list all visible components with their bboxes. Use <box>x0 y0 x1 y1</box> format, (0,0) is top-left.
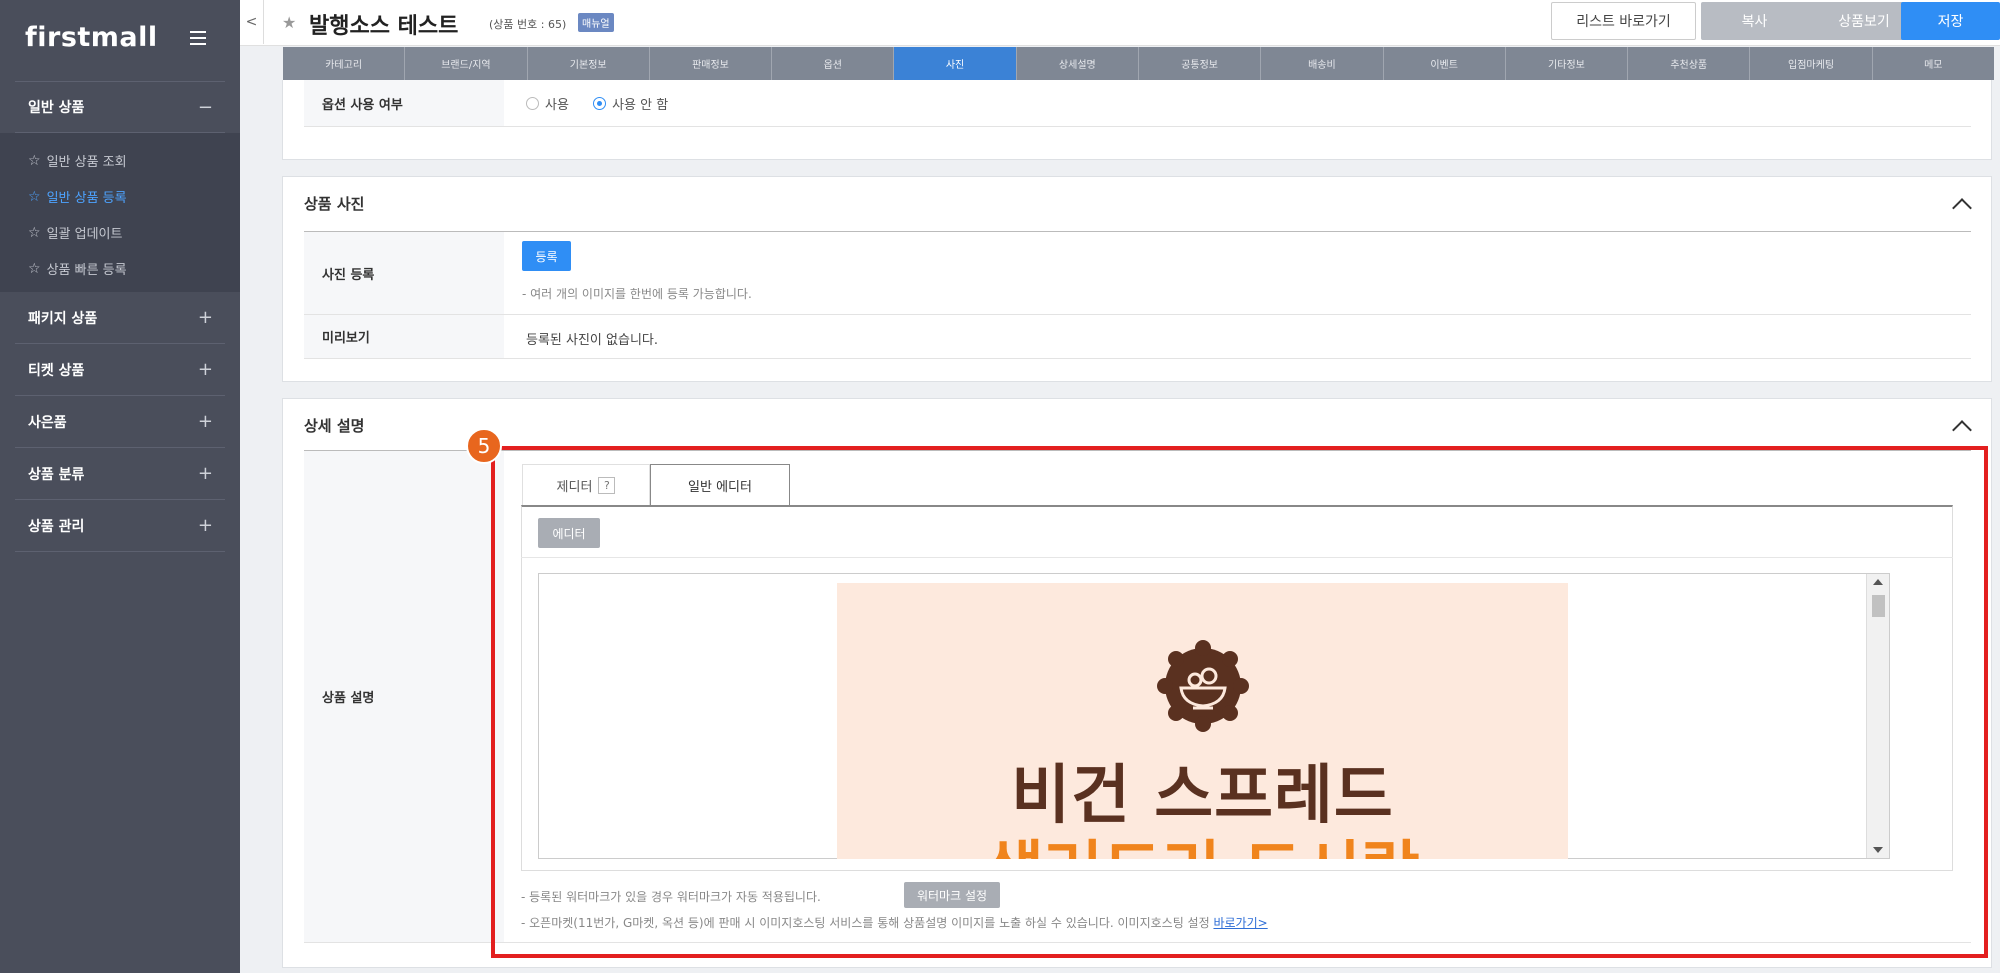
minus-icon: − <box>197 96 213 118</box>
option-radio-group: 사용 사용 안 함 <box>526 94 668 114</box>
go-to-list-button[interactable]: 리스트 바로가기 <box>1551 2 1696 40</box>
sidebar: firstmall 일반 상품 − ☆ 일반 상품 조회 ☆ 일반 상품 등록 … <box>0 0 240 973</box>
product-number: (상품 번호 : 65) <box>489 18 567 31</box>
sidebar-item-quick-register[interactable]: ☆ 상품 빠른 등록 <box>28 259 127 279</box>
plus-icon: + <box>197 307 213 328</box>
tab-detail[interactable]: 상세설명 <box>1017 47 1139 80</box>
option-use-label: 옵션 사용 여부 <box>304 80 504 126</box>
collapse-chevron-icon[interactable] <box>1952 420 1972 440</box>
favorite-star-icon[interactable]: ★ <box>282 13 296 32</box>
collapse-sidebar-button[interactable]: < <box>240 0 264 44</box>
tab-sales-info[interactable]: 판매정보 <box>650 47 773 80</box>
sidebar-section-gifts[interactable]: 사은품 + <box>15 396 225 448</box>
sidebar-section-label: 사은품 <box>28 414 67 431</box>
photo-register-note: - 여러 개의 이미지를 한번에 등록 가능합니다. <box>522 287 752 301</box>
tab-basic-info[interactable]: 기본정보 <box>528 47 650 80</box>
save-button[interactable]: 저장 <box>1901 2 2000 40</box>
option-use-radio[interactable]: 사용 <box>526 94 569 113</box>
product-photo-title: 상품 사진 <box>304 195 365 213</box>
option-use-row: 옵션 사용 여부 사용 사용 안 함 <box>304 80 1971 127</box>
copy-button[interactable]: 복사 <box>1701 2 1808 40</box>
photo-preview-value: 등록된 사진이 없습니다. <box>526 333 658 348</box>
product-description-label: 상품 설명 <box>304 451 504 942</box>
firstmall-logo[interactable]: firstmall <box>25 22 158 53</box>
radio-unchecked-icon <box>526 97 539 110</box>
tab-common-info[interactable]: 공통정보 <box>1139 47 1262 80</box>
sidebar-section-label: 상품 분류 <box>28 466 85 483</box>
photo-register-button[interactable]: 등록 <box>522 241 571 271</box>
star-outline-icon: ☆ <box>28 260 41 277</box>
collapse-chevron-icon[interactable] <box>1952 198 1972 218</box>
tab-marketing[interactable]: 입점마케팅 <box>1750 47 1873 80</box>
sidebar-section-package-products[interactable]: 패키지 상품 + <box>15 292 225 344</box>
radio-label: 사용 <box>545 98 569 113</box>
sidebar-section-label: 티켓 상품 <box>28 362 85 379</box>
star-outline-icon: ☆ <box>28 224 41 241</box>
tab-category[interactable]: 카테고리 <box>283 47 406 80</box>
detail-description-title: 상세 설명 <box>304 417 365 435</box>
photo-register-row: 사진 등록 등록 - 여러 개의 이미지를 한번에 등록 가능합니다. <box>304 232 1971 315</box>
radio-checked-icon <box>593 97 607 110</box>
step-number-badge: 5 <box>466 428 502 464</box>
star-outline-icon: ☆ <box>28 188 41 205</box>
sidebar-section-label: 패키지 상품 <box>28 310 98 327</box>
option-not-use-radio[interactable]: 사용 안 함 <box>593 94 668 113</box>
sidebar-section-label: 일반 상품 <box>28 100 85 116</box>
photo-register-label: 사진 등록 <box>304 232 504 314</box>
sidebar-section-ticket-products[interactable]: 티켓 상품 + <box>15 344 225 396</box>
sidebar-section-product-management[interactable]: 상품 관리 + <box>15 500 225 552</box>
tab-photos[interactable]: 사진 <box>894 47 1017 80</box>
section-tab-strip: 카테고리 브랜드/지역 기본정보 판매정보 옵션 사진 상세설명 공통정보 배송… <box>283 47 1994 80</box>
tab-etc-info[interactable]: 기타정보 <box>1506 47 1629 80</box>
radio-label: 사용 안 함 <box>612 98 669 113</box>
page-title: 발행소스 테스트 <box>309 14 459 39</box>
sidebar-section-label: 상품 관리 <box>28 518 85 535</box>
sidebar-item-label: 일괄 업데이트 <box>46 227 123 242</box>
tab-options[interactable]: 옵션 <box>772 47 895 80</box>
sidebar-item-product-list[interactable]: ☆ 일반 상품 조회 <box>28 151 127 171</box>
tab-event[interactable]: 이벤트 <box>1384 47 1506 80</box>
sidebar-item-product-register[interactable]: ☆ 일반 상품 등록 <box>28 187 127 207</box>
plus-icon: + <box>197 359 213 380</box>
photo-preview-label: 미리보기 <box>304 315 504 358</box>
sidebar-item-label: 일반 상품 등록 <box>46 191 127 206</box>
star-outline-icon: ☆ <box>28 152 41 169</box>
plus-icon: + <box>197 515 213 536</box>
sidebar-item-bulk-update[interactable]: ☆ 일괄 업데이트 <box>28 223 123 243</box>
plus-icon: + <box>197 411 213 432</box>
hamburger-menu-icon[interactable] <box>190 31 206 45</box>
tab-memo[interactable]: 메모 <box>1873 47 1994 80</box>
tab-brand-region[interactable]: 브랜드/지역 <box>405 47 528 80</box>
tab-shipping[interactable]: 배송비 <box>1261 47 1384 80</box>
sidebar-submenu: ☆ 일반 상품 조회 ☆ 일반 상품 등록 ☆ 일괄 업데이트 ☆ 상품 빠른 … <box>0 133 240 292</box>
plus-icon: + <box>197 463 213 484</box>
option-panel: 옵션 사용 여부 사용 사용 안 함 <box>282 80 1992 160</box>
manual-badge[interactable]: 매뉴얼 <box>578 13 614 32</box>
sidebar-section-product-category[interactable]: 상품 분류 + <box>15 448 225 500</box>
product-photo-panel: 상품 사진 사진 등록 등록 - 여러 개의 이미지를 한번에 등록 가능합니다… <box>282 176 1992 382</box>
tab-recommended[interactable]: 추천상품 <box>1628 47 1751 80</box>
photo-preview-row: 미리보기 등록된 사진이 없습니다. <box>304 315 1971 359</box>
sidebar-item-label: 일반 상품 조회 <box>46 155 127 170</box>
sidebar-section-general-products[interactable]: 일반 상품 − <box>15 81 225 133</box>
highlight-box <box>491 446 1988 958</box>
sidebar-item-label: 상품 빠른 등록 <box>46 263 127 278</box>
